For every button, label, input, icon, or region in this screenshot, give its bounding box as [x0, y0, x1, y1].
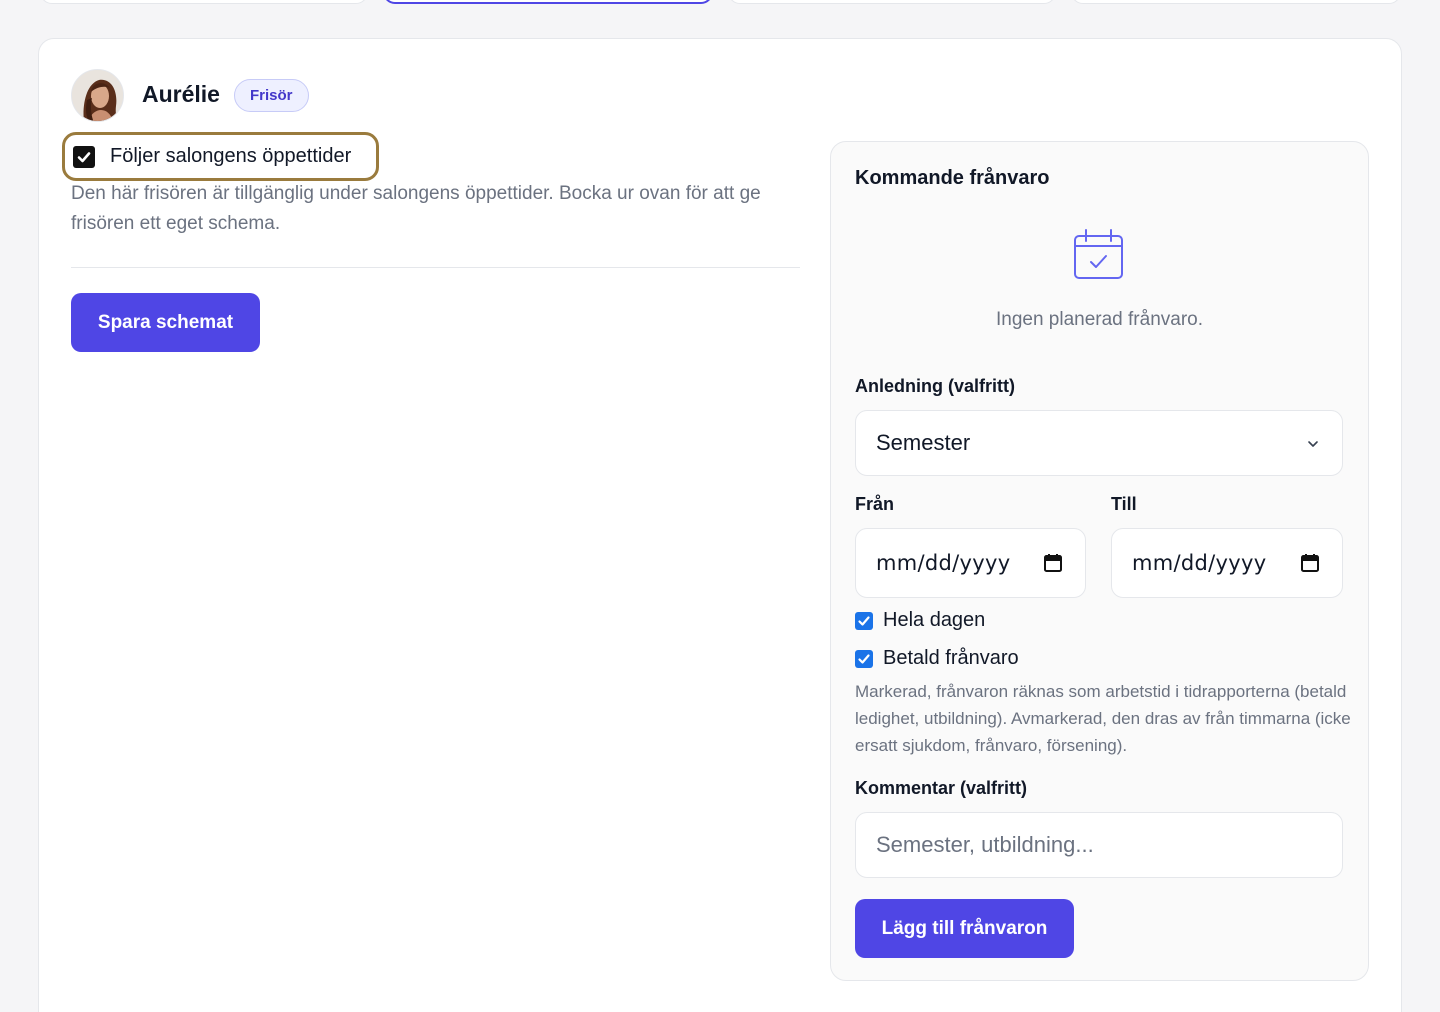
- calendar-icon[interactable]: [1043, 553, 1063, 573]
- from-date-value: mm/dd/yyyy: [876, 551, 1011, 575]
- all-day-checkbox[interactable]: [855, 611, 873, 630]
- no-absence-text: Ingen planerad frånvaro.: [995, 309, 1204, 330]
- tab-1[interactable]: [40, 0, 368, 4]
- reason-select[interactable]: Semester: [855, 410, 1343, 476]
- paid-absence-note: Markerad, frånvaron räknas som arbetstid…: [855, 682, 1351, 755]
- comment-label: Kommentar (valfritt): [855, 778, 1028, 798]
- follow-salon-hours-toggle[interactable]: Följer salongens öppettider: [62, 132, 379, 181]
- checkmark-icon: [77, 151, 91, 162]
- reason-select-value: Semester: [876, 430, 971, 455]
- staff-name: Aurélie: [142, 81, 220, 107]
- to-date-input[interactable]: mm/dd/yyyy: [1111, 528, 1343, 598]
- from-label: Från: [855, 494, 895, 514]
- tab-2-active[interactable]: [383, 0, 713, 4]
- avatar-image: [72, 70, 123, 121]
- reason-label: Anledning (valfritt): [855, 376, 1015, 396]
- paid-absence-checkbox[interactable]: [855, 649, 873, 668]
- to-label: Till: [1111, 494, 1137, 514]
- checkmark-icon: [858, 615, 870, 626]
- from-date-input[interactable]: mm/dd/yyyy: [855, 528, 1086, 598]
- follow-salon-hours-checkbox[interactable]: [73, 145, 95, 168]
- role-badge: Frisör: [234, 79, 309, 112]
- schedule-help-text: Den här frisören är tillgänglig under sa…: [71, 183, 761, 234]
- add-absence-button[interactable]: Lägg till frånvaron: [855, 899, 1074, 958]
- all-day-toggle[interactable]: Hela dagen: [855, 609, 985, 632]
- comment-input[interactable]: Semester, utbildning...: [855, 812, 1343, 878]
- tab-4[interactable]: [1071, 0, 1401, 4]
- absence-title: Kommande frånvaro: [855, 167, 1050, 189]
- all-day-label: Hela dagen: [883, 609, 986, 631]
- avatar: [71, 69, 124, 122]
- save-schedule-button[interactable]: Spara schemat: [71, 293, 260, 352]
- calendar-icon[interactable]: [1300, 553, 1320, 573]
- divider: [71, 267, 800, 268]
- tab-3[interactable]: [728, 0, 1056, 4]
- paid-absence-toggle[interactable]: Betald frånvaro: [855, 647, 1019, 670]
- to-date-value: mm/dd/yyyy: [1132, 551, 1267, 575]
- chevron-down-icon: [1308, 441, 1318, 447]
- comment-placeholder: Semester, utbildning...: [876, 832, 1094, 857]
- calendar-check-icon: [1074, 229, 1123, 279]
- paid-absence-label: Betald frånvaro: [883, 647, 1019, 669]
- follow-salon-hours-label: Följer salongens öppettider: [110, 145, 352, 167]
- checkmark-icon: [858, 653, 870, 664]
